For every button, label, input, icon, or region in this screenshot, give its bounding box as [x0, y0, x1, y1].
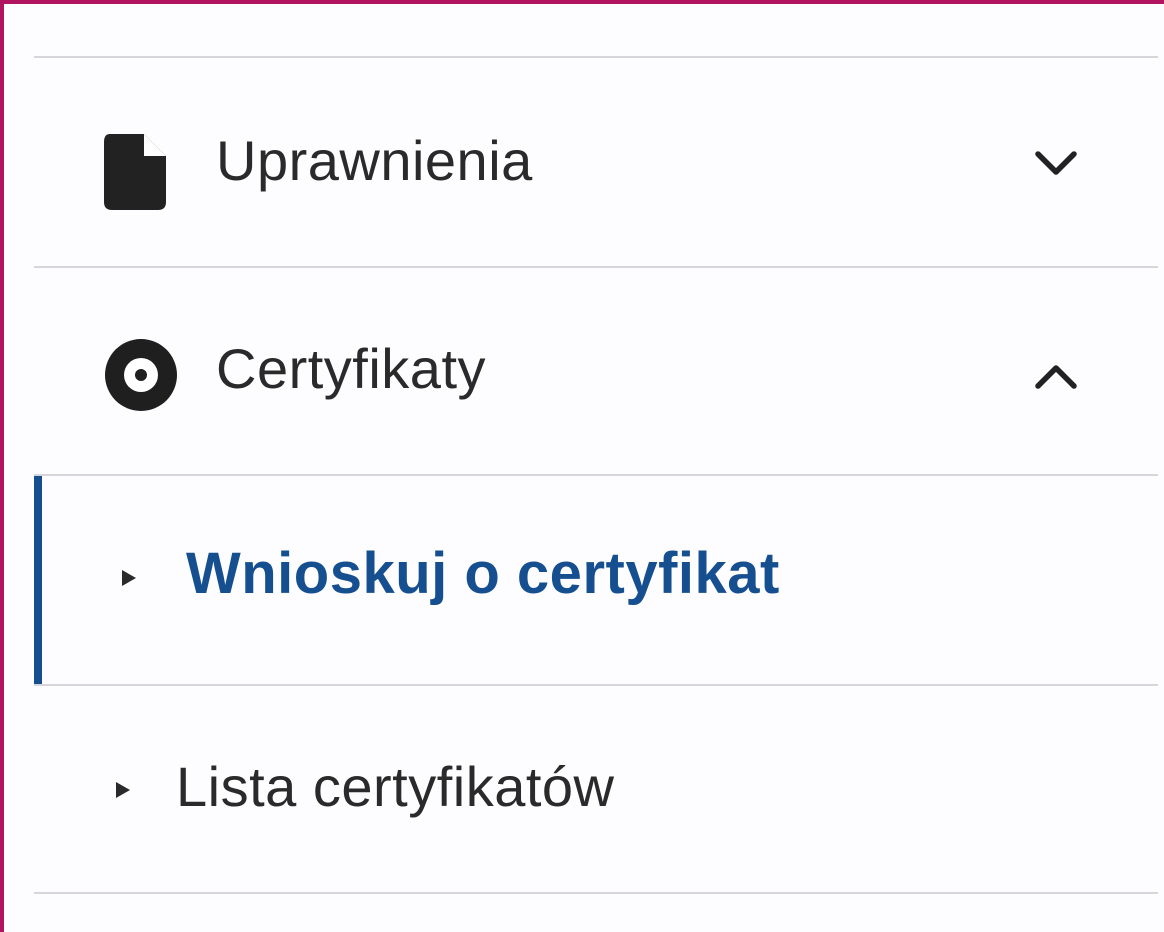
divider — [34, 266, 1158, 268]
chevron-up-icon[interactable] — [1034, 364, 1078, 390]
menu-section-uprawnienia[interactable]: Uprawnienia — [34, 62, 1158, 268]
triangle-right-icon — [122, 570, 136, 591]
triangle-right-icon — [116, 782, 130, 803]
submenu-item-wnioskuj[interactable]: Wnioskuj o certyfikat — [34, 476, 1158, 684]
divider — [34, 892, 1158, 894]
sidebar-menu-panel: Uprawnienia Certyfikaty Wnioskuj o certy… — [0, 0, 1164, 932]
menu-section-label: Uprawnienia — [216, 129, 533, 192]
submenu-item-lista[interactable]: Lista certyfikatów — [34, 686, 1158, 892]
menu-section-certyfikaty[interactable]: Certyfikaty — [34, 270, 1158, 476]
active-indicator — [34, 476, 42, 684]
submenu-item-label: Wnioskuj o certyfikat — [186, 541, 780, 606]
document-icon — [104, 134, 166, 210]
menu-section-label: Certyfikaty — [216, 337, 486, 400]
chevron-down-icon[interactable] — [1034, 150, 1078, 176]
record-icon — [104, 338, 178, 412]
submenu-item-label: Lista certyfikatów — [176, 755, 615, 818]
divider — [34, 56, 1158, 58]
